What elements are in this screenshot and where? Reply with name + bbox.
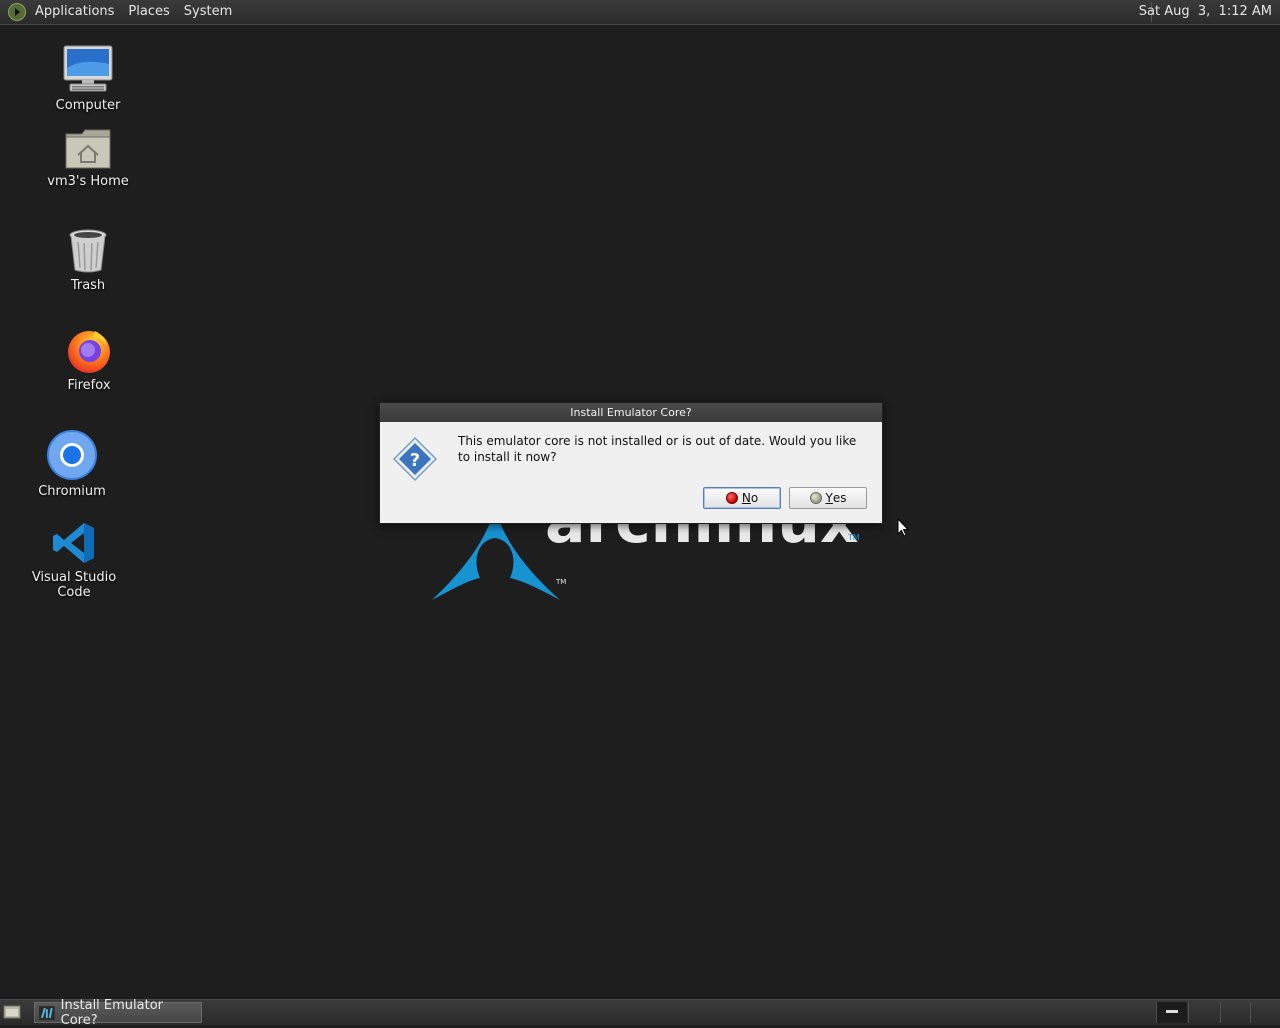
app-menu-logo-icon[interactable] [8,3,26,21]
trash-icon [69,229,107,273]
clock[interactable]: Sat Aug 3, 1:12 AM [1135,0,1276,24]
yes-button-label: es [832,491,847,505]
yes-button-mnemonic: Y [825,491,833,505]
yes-button[interactable]: Yes [789,487,867,509]
chromium-icon [47,430,97,480]
taskbar-item-install-emulator-core[interactable]: Install Emulator Core? [34,998,202,1028]
taskbar-item-label: Install Emulator Core? [60,997,164,1028]
menu-applications[interactable]: Applications [28,0,121,24]
no-button[interactable]: No [703,487,781,509]
retroarch-icon [39,1005,55,1020]
top-menu: Applications Places System [0,0,239,24]
install-emulator-core-dialog: Install Emulator Core? ? This emulator c… [379,402,883,524]
no-button-label: o [750,491,759,505]
vscode-icon [53,523,94,563]
wallpaper-tm-1: TM [847,533,860,542]
desktop-icon-home[interactable]: vm3's Home [28,128,148,189]
no-button-mnemonic: N [741,491,751,505]
desktop-icon-firefox[interactable]: Firefox [29,326,149,393]
desktop-icon-label: vm3's Home [47,174,129,189]
workspace-3[interactable] [1220,1002,1251,1023]
desktop-icon-trash[interactable]: Trash [28,228,148,293]
home-folder-icon [65,129,111,169]
stop-icon [725,492,738,504]
firefox-icon [68,331,110,373]
top-panel: Applications Places System Sat Aug 3, 1:… [0,0,1280,25]
show-desktop-icon[interactable] [3,1004,21,1020]
apply-icon [809,492,822,504]
desktop-icon-label: Computer [55,98,121,113]
workspace-1[interactable] [1156,1002,1187,1023]
wallpaper-tm-2: TM [555,578,566,586]
desktop-icon-vscode[interactable]: Visual Studio Code [14,520,134,600]
computer-icon [63,45,113,92]
menu-system[interactable]: System [177,0,239,24]
desktop-icon-label: Trash [70,278,106,293]
desktop-icon-computer[interactable]: Computer [28,44,148,113]
bottom-panel: Install Emulator Core? [0,998,1280,1028]
workspace-window-marker [1166,1010,1178,1013]
desktop-icon-chromium[interactable]: Chromium [12,430,132,499]
workspace-2[interactable] [1188,1002,1219,1023]
question-icon: ? [392,436,438,482]
svg-text:?: ? [410,450,420,471]
menu-places[interactable]: Places [121,0,176,24]
workspace-4[interactable] [1250,1002,1280,1023]
dialog-title[interactable]: Install Emulator Core? [380,403,882,422]
desktop-icon-label: Chromium [38,484,106,499]
desktop-icon-label: Firefox [67,378,111,393]
desktop-icon-label: Visual Studio Code [31,570,117,600]
dialog-message: This emulator core is not installed or i… [458,434,857,464]
mouse-cursor-icon [897,518,910,537]
dialog-body: ? This emulator core is not installed or… [380,422,882,523]
